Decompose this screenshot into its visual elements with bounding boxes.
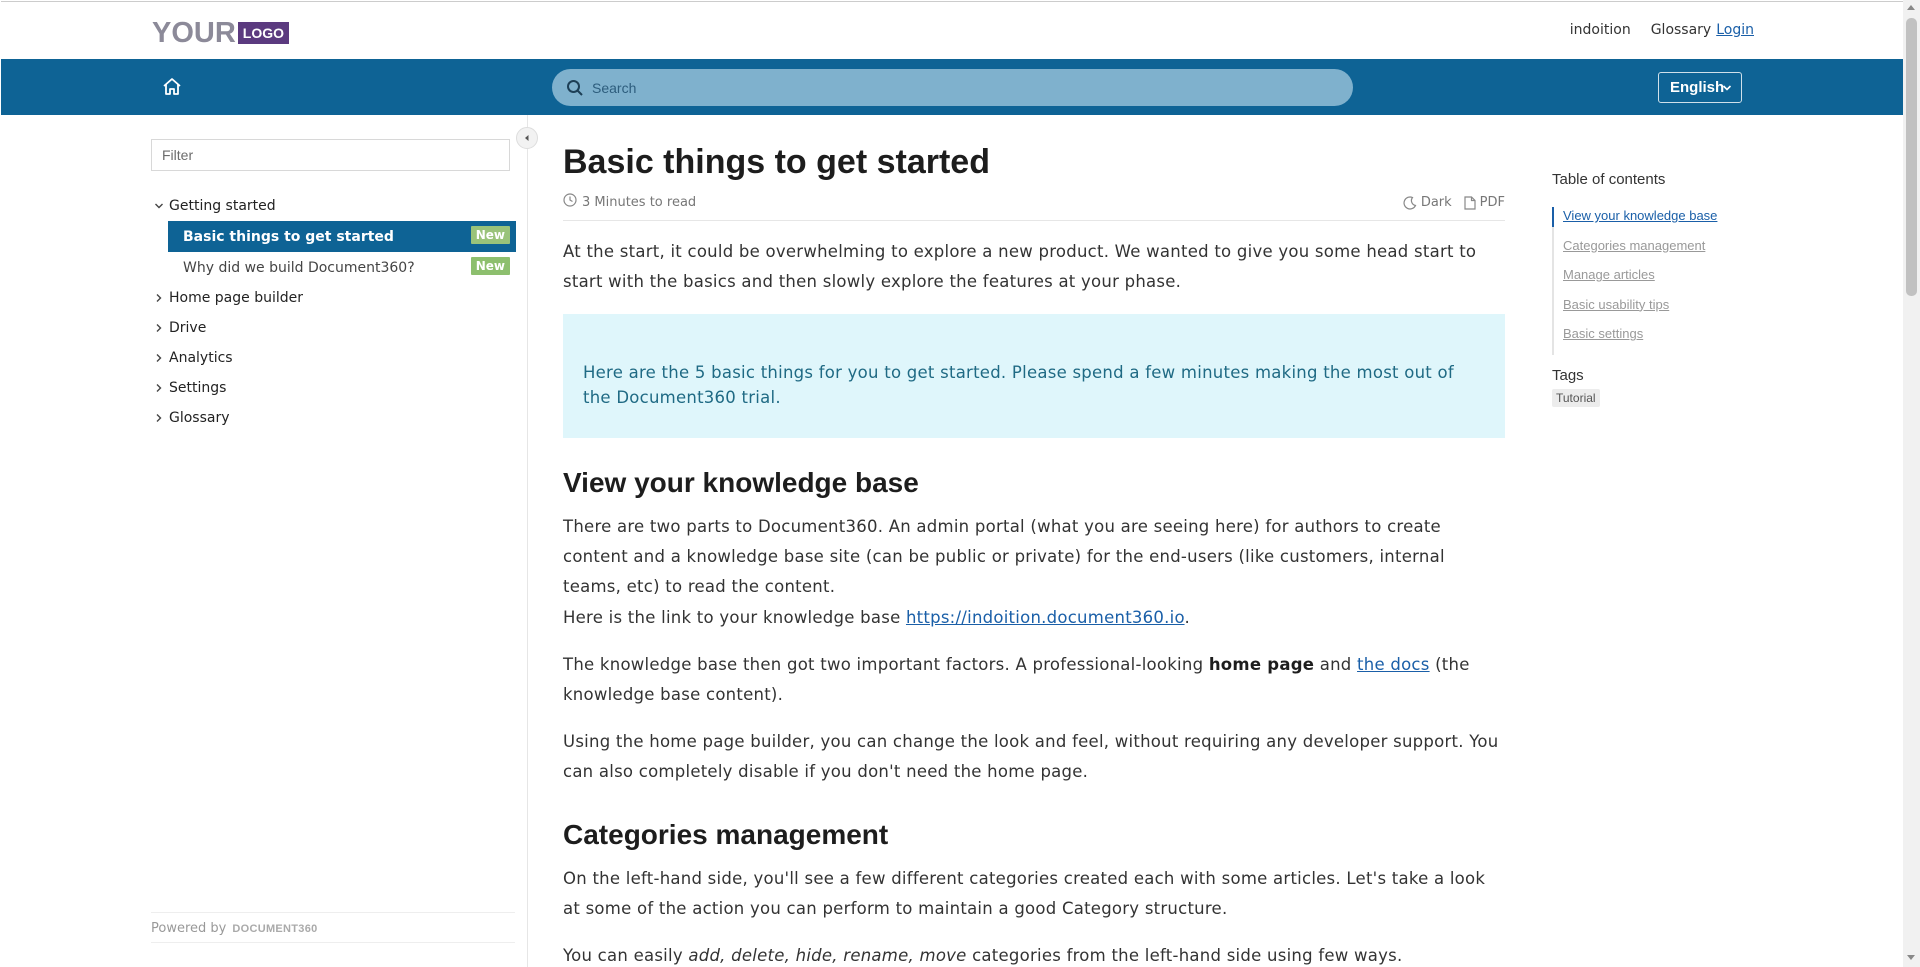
kb-p2-end: . xyxy=(1184,608,1191,627)
article-label: Why did we build Document360? xyxy=(183,259,415,276)
cat-paragraph-2: You can easily add, delete, hide, rename… xyxy=(563,941,1505,967)
scroll-up-arrow-icon[interactable] xyxy=(1907,5,1915,10)
category-label: Getting started xyxy=(169,198,276,214)
category-getting-started[interactable]: Getting started xyxy=(151,191,516,221)
language-label: English xyxy=(1670,79,1725,96)
new-badge: New xyxy=(470,226,510,244)
chevron-down-icon[interactable] xyxy=(151,198,167,214)
article-tools: Dark PDF xyxy=(1403,195,1505,210)
article-basic-things[interactable]: Basic things to get started New xyxy=(168,221,516,252)
toc-item-categories-management[interactable]: Categories management xyxy=(1554,237,1752,267)
kb-p3-text-b: and xyxy=(1314,655,1358,674)
toc-title: Table of contents xyxy=(1552,171,1666,188)
cat-p2-emphasis: add, delete, hide, rename, move xyxy=(688,946,967,965)
search-bar[interactable] xyxy=(552,69,1353,106)
kb-paragraph-1: There are two parts to Document360. An a… xyxy=(563,517,1445,596)
article-meta: 3 Minutes to read Dark PDF xyxy=(563,193,1505,221)
kb-paragraph-3: The knowledge base then got two importan… xyxy=(563,650,1505,710)
chevron-right-icon[interactable] xyxy=(151,320,167,336)
nav-bar: English xyxy=(1,59,1903,115)
kb-p2-text: Here is the link to your knowledge base xyxy=(563,608,906,627)
category-label: Drive xyxy=(169,320,207,336)
knowledge-base-link[interactable]: https://indoition.document360.io xyxy=(906,608,1185,627)
category-analytics[interactable]: Analytics xyxy=(151,343,516,373)
toc-item-basic-usability-tips[interactable]: Basic usability tips xyxy=(1554,296,1752,326)
pdf-label: PDF xyxy=(1479,195,1505,210)
tag-tutorial[interactable]: Tutorial xyxy=(1552,389,1600,407)
top-header: YOUR LOGO indoition Glossary Login xyxy=(1,1,1903,59)
read-time-label: 3 Minutes to read xyxy=(582,194,697,210)
category-label: Settings xyxy=(169,380,227,396)
kb-p3-text-a: The knowledge base then got two importan… xyxy=(563,655,1209,674)
header-link-glossary[interactable]: Glossary xyxy=(1651,22,1712,38)
toc-list: View your knowledge base Categories mana… xyxy=(1552,207,1752,355)
heading-categories-management: Categories management xyxy=(563,819,889,850)
sidebar: Getting started Basic things to get star… xyxy=(0,115,528,967)
powered-by[interactable]: Powered by DOCUMENT360 xyxy=(151,912,515,943)
logo-text: YOUR xyxy=(152,17,236,49)
info-callout: Here are the 5 basic things for you to g… xyxy=(563,314,1505,438)
search-input[interactable] xyxy=(592,69,1332,106)
chevron-right-icon[interactable] xyxy=(151,350,167,366)
dark-mode-toggle[interactable]: Dark xyxy=(1403,195,1452,210)
pdf-download-button[interactable]: PDF xyxy=(1464,195,1505,210)
article-why-document360[interactable]: Why did we build Document360? New xyxy=(168,252,516,283)
toc-active-marker xyxy=(1552,207,1554,227)
powered-by-label: Powered by xyxy=(151,921,227,936)
home-icon[interactable] xyxy=(161,76,183,98)
read-time: 3 Minutes to read xyxy=(563,193,696,211)
login-link[interactable]: Login xyxy=(1716,22,1754,38)
chevron-right-icon[interactable] xyxy=(151,410,167,426)
language-select[interactable]: English xyxy=(1658,72,1742,103)
kb-paragraph-2: Here is the link to your knowledge base … xyxy=(563,603,1505,633)
article-title: Basic things to get started xyxy=(563,143,990,181)
cat-p2-text-b: categories from the left-hand side using… xyxy=(966,946,1403,965)
cat-paragraph-1: On the left-hand side, you'll see a few … xyxy=(563,869,1486,918)
toc-item-view-knowledge-base[interactable]: View your knowledge base xyxy=(1554,207,1752,237)
toc-item-manage-articles[interactable]: Manage articles xyxy=(1554,266,1752,296)
intro-paragraph: At the start, it could be overwhelming t… xyxy=(563,242,1477,291)
filter-input[interactable] xyxy=(151,139,510,171)
category-drive[interactable]: Drive xyxy=(151,313,516,343)
header-links: indoition Glossary Login xyxy=(1570,22,1754,38)
new-badge: New xyxy=(470,257,510,275)
category-label: Home page builder xyxy=(169,290,304,306)
site-logo[interactable]: YOUR LOGO xyxy=(152,17,290,49)
collapse-sidebar-button[interactable] xyxy=(516,127,538,149)
scrollbar-thumb[interactable] xyxy=(1906,18,1917,296)
chevron-right-icon[interactable] xyxy=(151,290,167,306)
category-label: Glossary xyxy=(169,410,230,426)
chevron-right-icon[interactable] xyxy=(151,380,167,396)
moon-icon xyxy=(1403,195,1417,210)
logo-box: LOGO xyxy=(237,22,290,44)
category-tree: Getting started Basic things to get star… xyxy=(151,191,516,433)
page-scrollbar[interactable] xyxy=(1903,0,1920,967)
kb-p3-bold: home page xyxy=(1208,655,1315,674)
article-label: Basic things to get started xyxy=(183,228,394,245)
scroll-down-arrow-icon[interactable] xyxy=(1907,955,1915,960)
category-settings[interactable]: Settings xyxy=(151,373,516,403)
category-label: Analytics xyxy=(169,350,233,366)
tags-title: Tags xyxy=(1552,367,1584,384)
pdf-icon xyxy=(1464,195,1476,210)
category-glossary[interactable]: Glossary xyxy=(151,403,516,433)
search-icon xyxy=(566,79,584,97)
heading-view-knowledge-base: View your knowledge base xyxy=(563,467,919,498)
powered-by-brand: DOCUMENT360 xyxy=(232,922,318,935)
dark-label: Dark xyxy=(1420,195,1452,210)
cat-p2-text-a: You can easily xyxy=(563,946,689,965)
clock-icon xyxy=(563,193,577,211)
kb-paragraph-4: Using the home page builder, you can cha… xyxy=(563,732,1499,781)
chevron-down-icon xyxy=(1722,80,1732,91)
the-docs-link[interactable]: the docs xyxy=(1357,655,1430,674)
toc-item-basic-settings[interactable]: Basic settings xyxy=(1554,325,1752,355)
category-home-page-builder[interactable]: Home page builder xyxy=(151,283,516,313)
header-link-indoition[interactable]: indoition xyxy=(1570,22,1631,38)
